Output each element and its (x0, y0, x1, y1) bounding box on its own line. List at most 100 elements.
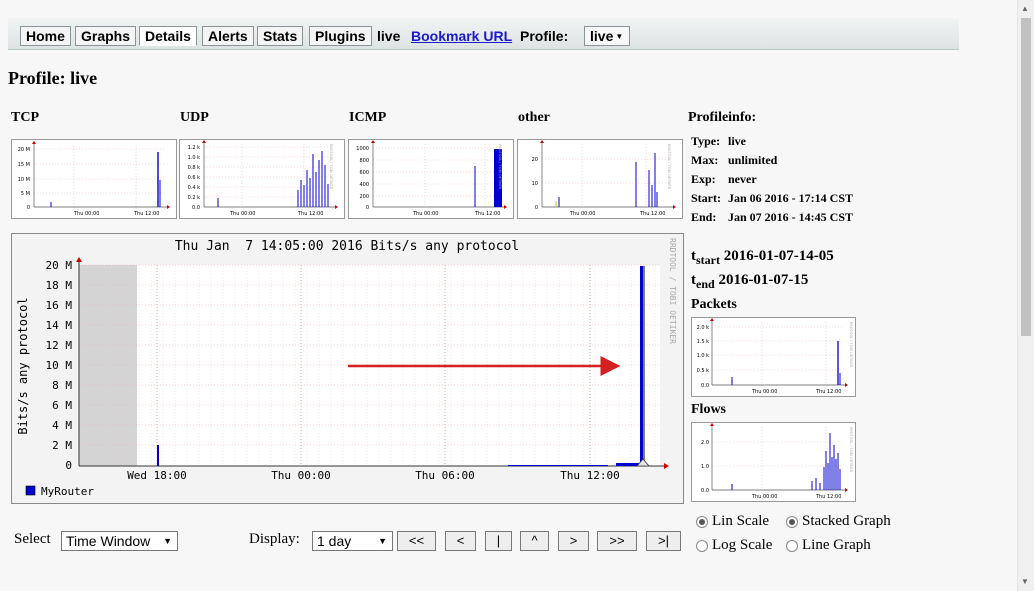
scrollbar-thumb[interactable] (1021, 18, 1031, 336)
main-x-tick: Thu 00:00 (271, 469, 331, 482)
watermark: RRDTOOL / TOBI OETIKER (667, 144, 671, 190)
main-graph[interactable]: Thu Jan 7 14:05:00 2016 Bits/s any proto… (11, 233, 684, 504)
bookmark-url-link[interactable]: Bookmark URL (411, 28, 512, 44)
legend-label: MyRouter (41, 485, 94, 498)
tend-row: tend 2016-01-07-15 (691, 272, 808, 292)
main-x-tick: Thu 12:00 (560, 469, 620, 482)
profile-dropdown[interactable]: live ▼ (584, 26, 630, 46)
lin-scale-radio[interactable] (696, 516, 708, 528)
scroll-up-icon[interactable]: ▲ (1021, 4, 1029, 13)
main-y-tick: 2 M (52, 439, 72, 452)
profileinfo-exp-value: never (728, 172, 757, 186)
log-scale-label: Log Scale (712, 537, 773, 553)
select-label: Select (14, 531, 51, 547)
profileinfo-start-value: Jan 06 2016 - 17:14 CST (728, 191, 854, 205)
line-graph-radio[interactable] (786, 540, 798, 552)
packets-y-tick: 1.5 k (697, 339, 710, 345)
udp-y-tick: 1.0 k (188, 155, 201, 161)
tab-home[interactable]: Home (20, 26, 71, 46)
select-mode-dropdown[interactable]: Time Window ▼ (61, 531, 178, 551)
packets-y-tick: 0.0 (701, 383, 709, 389)
flows-graph[interactable]: RRDTOOL / TOBI OETIKER 2.0 1.0 0.0 Thu 0… (691, 422, 856, 502)
main-y-tick: 14 M (46, 319, 73, 332)
main-y-tick: 18 M (46, 279, 73, 292)
next-button[interactable]: > (558, 531, 589, 551)
udp-y-tick: 0.4 k (188, 185, 201, 191)
first-button[interactable]: << (397, 531, 436, 551)
icmp-y-tick: 800 (359, 158, 369, 164)
flows-x-tick: Thu 00:00 (751, 494, 777, 500)
thumb-graph-other[interactable]: RRDTOOL / TOBI OETIKER 20 10 0 Thu 00:00… (517, 139, 683, 219)
display-range-dropdown[interactable]: 1 day ▼ (312, 531, 393, 551)
prev-button[interactable]: < (445, 531, 476, 551)
tab-stats[interactable]: Stats (257, 26, 304, 46)
tcp-x-tick: Thu 00:00 (73, 211, 99, 217)
profileinfo-end-value: Jan 07 2016 - 14:45 CST (728, 210, 854, 224)
icmp-y-tick: 1000 (356, 146, 369, 152)
scroll-down-icon[interactable]: ▼ (1021, 577, 1029, 586)
thumb-graph-tcp-svg: 20 M 15 M 10 M 5 M 0 Thu 00:00 Thu 12:00 (18, 141, 170, 217)
page-scrollbar[interactable]: ▲ ▼ (1017, 0, 1034, 591)
select-mode-value: Time Window (66, 533, 151, 549)
flows-y-tick: 0.0 (701, 488, 709, 494)
packets-y-tick: 1.0 k (697, 353, 710, 359)
thumb-graph-tcp[interactable]: 20 M 15 M 10 M 5 M 0 Thu 00:00 Thu 12:00 (11, 139, 177, 219)
udp-y-tick: 1.2 k (188, 145, 201, 151)
live-indicator: live (377, 28, 401, 44)
thumb-graph-other-svg: RRDTOOL / TOBI OETIKER 20 10 0 Thu 00:00… (532, 140, 676, 217)
stacked-graph-label: Stacked Graph (802, 513, 891, 529)
thumb-label-udp: UDP (180, 110, 209, 125)
tstart-value: 2016-01-07-14-05 (723, 248, 834, 264)
profileinfo-exp: Exp: never (691, 172, 757, 187)
profileinfo-title: Profileinfo: (688, 110, 757, 125)
thumb-label-icmp: ICMP (349, 110, 387, 125)
packets-graph-svg: RRDTOOL / TOBI OETIKER 2.0 k 1.5 k 1.0 k… (697, 318, 853, 395)
flows-y-tick: 2.0 (701, 440, 709, 446)
udp-x-tick: Thu 00:00 (229, 211, 255, 217)
legend-swatch (25, 485, 36, 496)
profile-label: Profile: (520, 28, 569, 44)
tcp-y-tick: 10 M (18, 177, 30, 183)
packets-y-tick: 0.5 k (697, 368, 710, 374)
fast-forward-button[interactable]: >> (597, 531, 637, 551)
tab-graphs[interactable]: Graphs (75, 26, 137, 46)
profileinfo-type-label: Type: (691, 134, 721, 148)
tab-alerts[interactable]: Alerts (202, 26, 254, 46)
tend-value: 2016-01-07-15 (718, 272, 809, 288)
other-x-tick: Thu 12:00 (639, 211, 665, 217)
tcp-x-tick: Thu 12:00 (133, 211, 159, 217)
main-graph-svg: Thu Jan 7 14:05:00 2016 Bits/s any proto… (16, 238, 677, 498)
thumb-graph-icmp[interactable]: RRDTOOL / TOBI OETIKER 1000 800 600 400 … (348, 139, 514, 219)
watermark: RRDTOOL / TOBI OETIKER (329, 144, 333, 190)
profileinfo-end: End: Jan 07 2016 - 14:45 CST (691, 210, 853, 225)
main-x-tick: Thu 06:00 (415, 469, 475, 482)
watermark: RRDTOOL / TOBI OETIKER (498, 144, 502, 190)
profileinfo-exp-label: Exp: (691, 172, 716, 186)
other-y-tick: 10 (532, 181, 538, 187)
profileinfo-start: Start: Jan 06 2016 - 17:14 CST (691, 191, 853, 206)
profileinfo-start-label: Start: (691, 191, 721, 205)
main-y-tick: 8 M (52, 379, 72, 392)
last-button[interactable]: >| (646, 531, 681, 551)
udp-y-tick: 0.6 k (188, 175, 201, 181)
other-x-tick: Thu 00:00 (569, 211, 595, 217)
tab-details[interactable]: Details (139, 26, 197, 46)
thumb-label-other: other (518, 110, 550, 125)
up-button[interactable]: ^ (520, 531, 549, 551)
stacked-graph-radio[interactable] (786, 516, 798, 528)
main-y-tick: 4 M (52, 419, 72, 432)
log-scale-radio[interactable] (696, 540, 708, 552)
center-button[interactable]: | (485, 531, 512, 551)
chevron-down-icon: ▼ (615, 32, 624, 41)
chevron-down-icon: ▼ (163, 536, 172, 546)
main-graph-title: Thu Jan 7 14:05:00 2016 Bits/s any proto… (175, 239, 519, 254)
profileinfo-type-value: live (728, 134, 746, 148)
icmp-x-tick: Thu 12:00 (474, 211, 500, 217)
nav-bar: Home Graphs Details Alerts Stats Plugins… (8, 18, 959, 50)
tab-plugins[interactable]: Plugins (309, 26, 372, 46)
flows-y-tick: 1.0 (701, 464, 709, 470)
thumb-graph-udp[interactable]: RRDTOOL / TOBI OETIKER 1.2 k 1.0 k 0.8 k… (179, 139, 345, 219)
packets-graph[interactable]: RRDTOOL / TOBI OETIKER 2.0 k 1.5 k 1.0 k… (691, 317, 856, 397)
main-y-tick: 20 M (46, 259, 73, 272)
tcp-y-tick: 5 M (21, 191, 30, 197)
